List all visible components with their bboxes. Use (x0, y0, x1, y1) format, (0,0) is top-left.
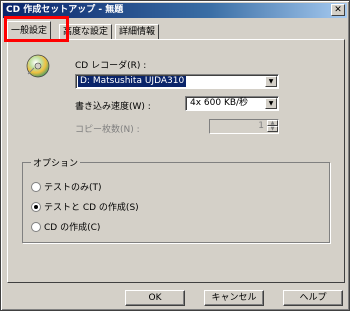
cancel-button[interactable]: キャンセル (204, 290, 264, 306)
options-title: オプション (31, 156, 81, 169)
general-settings-panel: CD レコーダ(R) : D: Matsushita UJDA310 ▼ 書き込… (7, 39, 345, 283)
speed-label: 書き込み速度(W) : (75, 102, 151, 112)
close-button[interactable]: ✕ (331, 4, 345, 16)
radio-icon[interactable] (31, 181, 41, 192)
tab-advanced[interactable]: 高度な設定 (59, 24, 113, 40)
copies-label: コピー枚数(N) : (75, 125, 140, 135)
ok-button[interactable]: OK (125, 290, 185, 306)
radio-checked-icon[interactable] (31, 201, 41, 212)
radio-icon[interactable] (31, 221, 41, 232)
recorder-value: D: Matsushita UJDA310 (78, 76, 187, 87)
copies-value: 1 (258, 121, 264, 131)
window-title: CD 作成セットアップ - 無題 (6, 5, 124, 15)
speed-select[interactable]: 4x 600 KB/秒 ▼ (185, 96, 279, 111)
tab-general[interactable]: 一般設定 (7, 21, 52, 41)
chevron-down-icon[interactable]: ▼ (265, 76, 277, 87)
options-group: オプション テストのみ(T) テストと CD の作成(S) CD の作成(C) (22, 156, 330, 243)
radio-test-only[interactable]: テストのみ(T) (31, 180, 102, 193)
cd-disc-icon (26, 54, 50, 78)
copies-spinner[interactable]: 1 ▲ ▼ (209, 119, 279, 134)
chevron-down-icon[interactable]: ▼ (265, 98, 277, 109)
help-button[interactable]: ヘルプ (283, 290, 343, 306)
speed-value: 4x 600 KB/秒 (190, 98, 249, 108)
radio-create-cd[interactable]: CD の作成(C) (31, 220, 100, 233)
recorder-select[interactable]: D: Matsushita UJDA310 ▼ (75, 74, 279, 89)
spin-down-icon[interactable]: ▼ (267, 126, 278, 132)
radio-test-and-create[interactable]: テストと CD の作成(S) (31, 200, 139, 213)
recorder-label: CD レコーダ(R) : (75, 61, 147, 71)
cd-setup-dialog: CD 作成セットアップ - 無題 ✕ 一般設定 高度な設定 詳細情報 CD レコ… (0, 0, 350, 311)
tab-details[interactable]: 詳細情報 (115, 24, 160, 40)
title-bar: CD 作成セットアップ - 無題 ✕ (3, 3, 347, 18)
